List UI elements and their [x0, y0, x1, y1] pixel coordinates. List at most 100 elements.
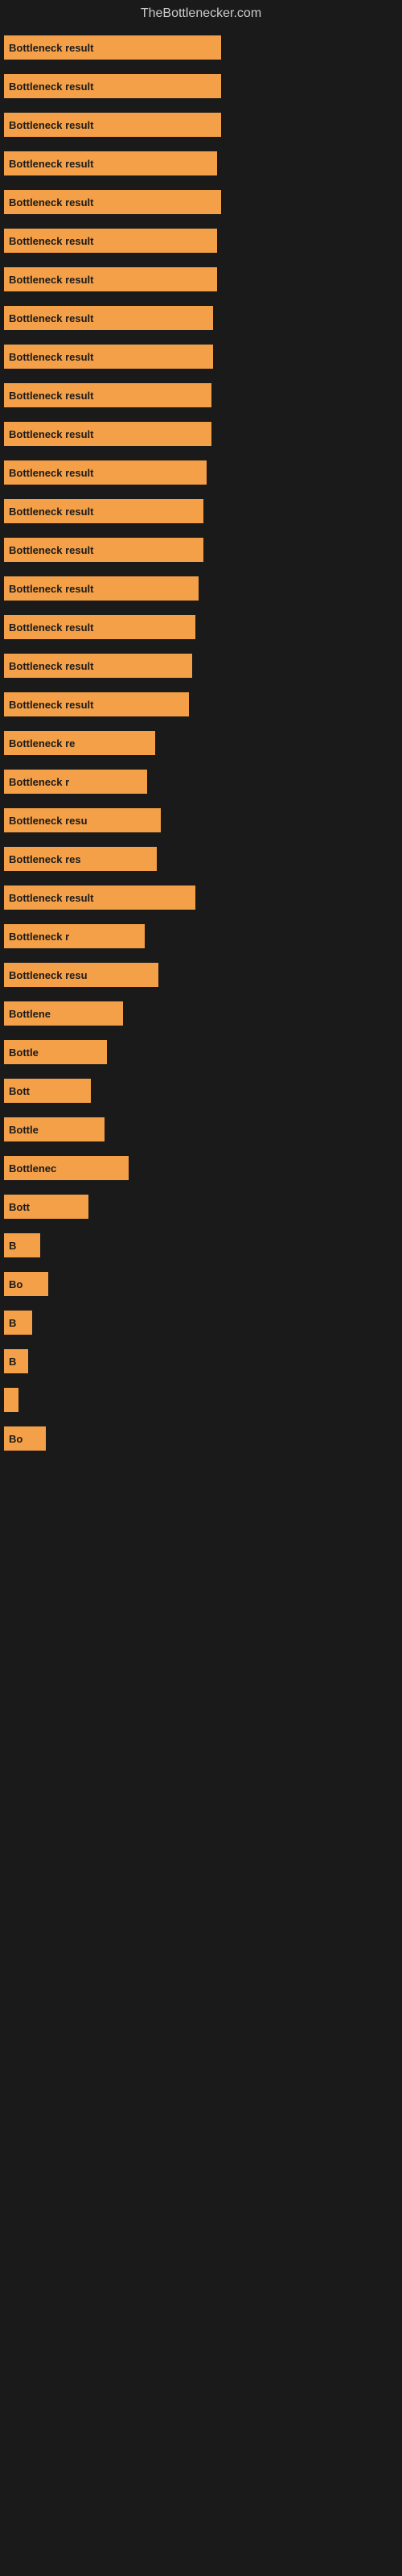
bar-row: Bottleneck result [4, 654, 398, 678]
bottleneck-bar: Bottleneck result [4, 35, 221, 60]
bar-label: Bottleneck res [9, 853, 81, 865]
bar-label: Bottleneck result [9, 312, 93, 324]
bottleneck-bar: Bottleneck result [4, 267, 217, 291]
bar-label: Bottleneck result [9, 351, 93, 363]
bar-label: Bottleneck result [9, 467, 93, 479]
bar-label: Bottleneck result [9, 892, 93, 904]
bar-label: Bottleneck result [9, 621, 93, 634]
bottleneck-bar: Bottleneck result [4, 306, 213, 330]
bar-label: Bottleneck result [9, 544, 93, 556]
bottleneck-bar: Bottle [4, 1040, 107, 1064]
bar-label: B [9, 1317, 16, 1329]
bars-container: Bottleneck result Bottleneck result Bottle… [0, 27, 402, 1473]
bottleneck-bar: Bottleneck resu [4, 808, 161, 832]
bar-label: Bottleneck result [9, 235, 93, 247]
bottleneck-bar: Bottleneck result [4, 229, 217, 253]
bar-row: Bottleneck result [4, 576, 398, 601]
bottleneck-bar: Bottleneck r [4, 924, 145, 948]
bar-row: Bottleneck result [4, 499, 398, 523]
bar-label: Bottleneck result [9, 390, 93, 402]
bar-label: Bott [9, 1201, 30, 1213]
bar-label: Bottleneck result [9, 699, 93, 711]
bar-row: Bottleneck result [4, 345, 398, 369]
bottleneck-bar: B [4, 1311, 32, 1335]
bottleneck-bar: Bottlene [4, 1001, 123, 1026]
bottleneck-bar: Bottleneck res [4, 847, 157, 871]
bar-row: Bottleneck result [4, 267, 398, 291]
bar-label: Bottleneck result [9, 196, 93, 208]
bar-row: Bottleneck result [4, 383, 398, 407]
bar-row: Bott [4, 1079, 398, 1103]
bar-row: B [4, 1233, 398, 1257]
bar-row: Bottleneck result [4, 74, 398, 98]
bar-row: Bo [4, 1272, 398, 1296]
bottleneck-bar: Bottleneck result [4, 460, 207, 485]
bottleneck-bar: Bottleneck result [4, 74, 221, 98]
bar-label: Bottleneck result [9, 660, 93, 672]
bottleneck-bar: Bottleneck result [4, 151, 217, 175]
bar-label: Bottleneck result [9, 274, 93, 286]
bottleneck-bar: Bottleneck result [4, 654, 192, 678]
bar-row: Bottleneck result [4, 306, 398, 330]
bottleneck-bar: Bottleneck result [4, 499, 203, 523]
bar-row: Bottle [4, 1117, 398, 1141]
bar-label: Bottleneck result [9, 583, 93, 595]
bottleneck-bar: Bott [4, 1079, 91, 1103]
bar-label: Bottleneck result [9, 428, 93, 440]
bottleneck-bar: Bott [4, 1195, 88, 1219]
bar-row: Bottleneck result [4, 151, 398, 175]
bottleneck-bar: B [4, 1349, 28, 1373]
bar-row: Bottleneck result [4, 35, 398, 60]
bottleneck-bar: Bottleneck result [4, 692, 189, 716]
bottleneck-bar: Bottleneck result [4, 113, 221, 137]
bar-label: Bottleneck result [9, 42, 93, 54]
bar-row: Bottleneck result [4, 229, 398, 253]
bottleneck-bar: Bottleneck result [4, 576, 199, 601]
bar-label: Bottlene [9, 1008, 51, 1020]
bar-row: Bottleneck result [4, 692, 398, 716]
bar-row: Bottleneck resu [4, 808, 398, 832]
bottleneck-bar [4, 1388, 18, 1412]
bar-row: Bo [4, 1426, 398, 1451]
bar-row [4, 1388, 398, 1412]
bar-row: Bottleneck r [4, 770, 398, 794]
bar-row: Bottleneck result [4, 615, 398, 639]
bar-label: Bottleneck result [9, 158, 93, 170]
bar-label: Bo [9, 1278, 23, 1290]
bar-label: Bottleneck re [9, 737, 75, 749]
bottleneck-bar: Bottleneck result [4, 538, 203, 562]
bottleneck-bar: Bottleneck result [4, 886, 195, 910]
site-title: TheBottlenecker.com [0, 0, 402, 27]
bar-row: Bottleneck result [4, 113, 398, 137]
bottleneck-bar: Bo [4, 1426, 46, 1451]
bar-row: Bottleneck resu [4, 963, 398, 987]
bar-row: B [4, 1311, 398, 1335]
bar-label: Bottleneck resu [9, 969, 88, 981]
bar-label: B [9, 1240, 16, 1252]
bottleneck-bar: Bo [4, 1272, 48, 1296]
bar-row: Bottleneck re [4, 731, 398, 755]
bar-label: Bottlenec [9, 1162, 56, 1174]
bar-row: Bottleneck result [4, 422, 398, 446]
bottleneck-bar: Bottleneck result [4, 345, 213, 369]
bar-row: B [4, 1349, 398, 1373]
bar-row: Bottleneck result [4, 190, 398, 214]
bottleneck-bar: Bottlenec [4, 1156, 129, 1180]
bar-row: Bottleneck result [4, 886, 398, 910]
bar-row: Bottleneck res [4, 847, 398, 871]
bar-row: Bottleneck result [4, 460, 398, 485]
bottleneck-bar: Bottleneck result [4, 422, 211, 446]
bar-label: B [9, 1356, 16, 1368]
bar-row: Bottle [4, 1040, 398, 1064]
bar-label: Bo [9, 1433, 23, 1445]
bar-label: Bottleneck result [9, 506, 93, 518]
bar-row: Bott [4, 1195, 398, 1219]
bar-label: Bottleneck r [9, 776, 69, 788]
bottleneck-bar: B [4, 1233, 40, 1257]
bar-label: Bottle [9, 1124, 39, 1136]
bottleneck-bar: Bottleneck result [4, 615, 195, 639]
bar-row: Bottleneck r [4, 924, 398, 948]
bar-label: Bottleneck resu [9, 815, 88, 827]
bottleneck-bar: Bottleneck resu [4, 963, 158, 987]
bar-row: Bottlene [4, 1001, 398, 1026]
